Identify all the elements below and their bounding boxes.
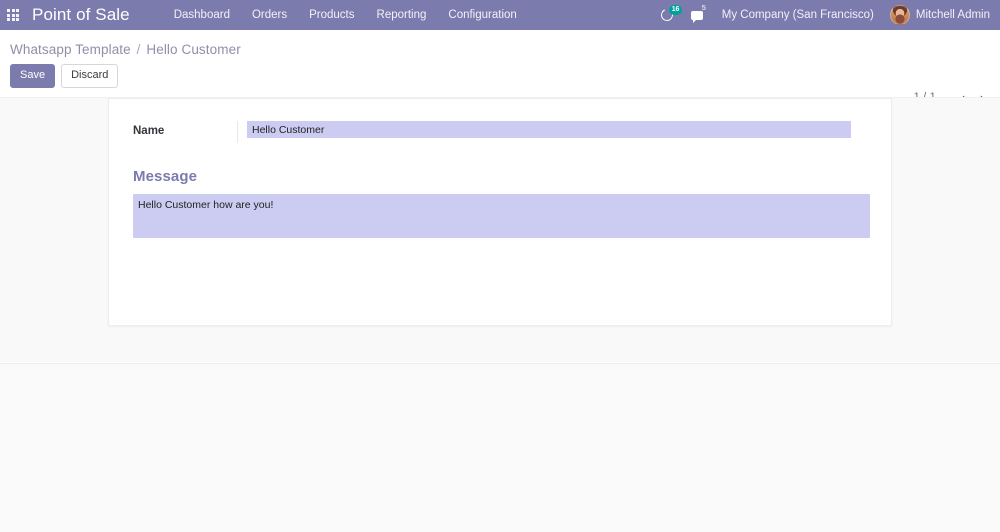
messages-badge: 5 bbox=[702, 4, 706, 12]
menu-item-configuration[interactable]: Configuration bbox=[437, 0, 527, 30]
name-input[interactable] bbox=[247, 121, 851, 138]
avatar bbox=[890, 5, 910, 25]
menu-item-reporting[interactable]: Reporting bbox=[366, 0, 438, 30]
breadcrumb-item-root[interactable]: Whatsapp Template bbox=[10, 42, 131, 57]
messages-button[interactable]: 5 bbox=[682, 0, 712, 30]
menu-item-orders[interactable]: Orders bbox=[241, 0, 298, 30]
save-button[interactable]: Save bbox=[10, 64, 55, 88]
app-brand-title[interactable]: Point of Sale bbox=[26, 5, 136, 25]
name-field-row: Name bbox=[133, 121, 867, 143]
form-view-area: Name Message bbox=[0, 97, 1000, 362]
breadcrumb-item-current: Hello Customer bbox=[146, 42, 240, 57]
company-switcher[interactable]: My Company (San Francisco) bbox=[712, 9, 884, 21]
control-panel: Whatsapp Template / Hello Customer Save … bbox=[0, 30, 1000, 97]
message-section-title: Message bbox=[133, 168, 867, 185]
discard-button[interactable]: Discard bbox=[61, 64, 118, 88]
user-menu[interactable]: Mitchell Admin bbox=[884, 5, 992, 25]
breadcrumb-separator: / bbox=[135, 42, 143, 57]
top-navbar: Point of Sale Dashboard Orders Products … bbox=[0, 0, 1000, 30]
apps-grid-icon bbox=[7, 9, 19, 21]
apps-menu-toggle[interactable] bbox=[0, 0, 26, 30]
navbar-right-section: 16 5 My Company (San Francisco) Mitchell… bbox=[652, 0, 992, 30]
form-sheet: Name Message bbox=[108, 98, 892, 326]
breadcrumb: Whatsapp Template / Hello Customer bbox=[0, 30, 1000, 57]
user-name-label: Mitchell Admin bbox=[916, 9, 990, 21]
name-field-label: Name bbox=[133, 121, 238, 143]
message-textarea[interactable] bbox=[133, 194, 870, 238]
control-panel-buttons: Save Discard bbox=[0, 57, 1000, 88]
main-menu: Dashboard Orders Products Reporting Conf… bbox=[163, 0, 528, 30]
activities-badge: 16 bbox=[669, 5, 683, 15]
page-footer-spacer bbox=[0, 363, 1000, 532]
menu-item-dashboard[interactable]: Dashboard bbox=[163, 0, 241, 30]
activities-button[interactable]: 16 bbox=[652, 0, 682, 30]
menu-item-products[interactable]: Products bbox=[298, 0, 365, 30]
